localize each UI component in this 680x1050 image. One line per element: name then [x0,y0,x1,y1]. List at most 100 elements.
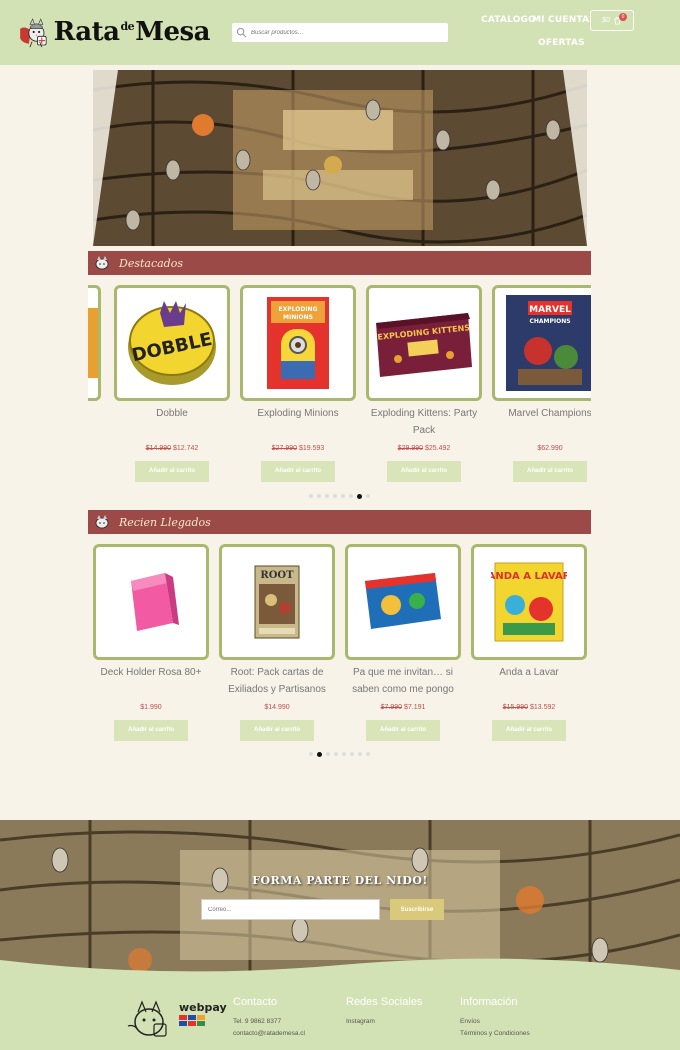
product-image[interactable]: EXPLODING MINIONS [240,285,356,401]
product-image[interactable]: ROOT [219,544,335,660]
product-name[interactable]: Anda a Lavar [471,664,587,698]
product-image[interactable]: ANDA A LAVAR [471,544,587,660]
footer-mascot-logo-icon [127,1000,167,1037]
product-old-price: $27.990 [271,445,298,452]
product-price: $29.990 $25.492 [366,445,482,455]
carousel-dot[interactable] [317,494,321,498]
add-to-cart-button[interactable]: Añadir al carrito [387,461,461,482]
nav-ofertas[interactable]: OFERTAS [538,38,585,48]
footer-instagram-link[interactable]: Instagram [346,1018,375,1025]
svg-text:ANDA A LAVAR: ANDA A LAVAR [491,571,567,582]
logo-wordmark: Rata de Mesa [54,17,211,47]
section-header-recien-llegados: Recien Llegados [88,510,591,534]
product-price: $14.990 [219,704,335,714]
product-name[interactable]: Deck Holder Rosa 80+ [93,664,209,698]
carousel-dot[interactable] [333,494,337,498]
product-old-price: $7.990 [380,704,403,711]
product-sale-price: $25.492 [424,445,451,452]
subscribe-button[interactable]: Suscribirse [390,899,444,920]
product-price: $27.990 $19.593 [240,445,356,455]
carousel-dot[interactable] [358,752,362,756]
payment-cards-icon-row2 [179,1021,217,1026]
product-image[interactable] [93,544,209,660]
product-name[interactable]: Pa que me invitan… si saben como me pong… [345,664,461,698]
product-card: Deck Holder Rosa 80+ $1.990 Añadir al ca… [93,544,209,741]
add-to-cart-button[interactable]: Añadir al carrito [492,720,566,741]
product-price: $15.990 $13.592 [471,704,587,714]
svg-text:MARVEL: MARVEL [529,305,571,315]
destacados-carousel-dots [309,493,370,499]
svg-text:ROOT: ROOT [260,570,294,581]
pa-que-me-invitan-box-image [365,573,441,629]
product-name[interactable]: Root: Pack cartas de Exiliados y Partisa… [219,664,335,698]
destacados-carousel[interactable]: DOBBLE Dobble $14.990 $12.742 Añadir al … [88,285,591,485]
cart-button[interactable]: $0 0 [590,10,634,31]
add-to-cart-button[interactable]: Añadir al carrito [135,461,209,482]
svg-text:EXPLODING: EXPLODING [279,306,318,313]
carousel-dot-active[interactable] [317,751,322,757]
product-card: Pa que me invitan… si saben como me pong… [345,544,461,741]
add-to-cart-button[interactable]: Añadir al carrito [366,720,440,741]
newsletter-email-input[interactable] [201,899,380,920]
carousel-dot[interactable] [309,752,313,756]
product-name[interactable]: Exploding Minions [240,405,356,439]
logo-word-de: de [120,20,135,33]
carousel-dot[interactable] [341,494,345,498]
webpay-logo-text: webpay [179,1001,227,1014]
hero-banner-image[interactable] [93,70,587,246]
nav-catalogo[interactable]: CATALOGO [481,15,536,25]
carousel-dot[interactable] [366,494,370,498]
product-sale-price: $62.990 [537,445,563,452]
search-bar[interactable] [232,23,448,42]
product-old-price: $14.990 [145,445,172,452]
product-image[interactable]: DOBBLE [114,285,230,401]
product-card: DOBBLE Dobble $14.990 $12.742 Añadir al … [114,285,230,482]
product-card: ROOT Root: Pack cartas de Exiliados y Pa… [219,544,335,741]
search-input[interactable] [251,29,441,36]
carousel-dot[interactable] [334,752,338,756]
product-name[interactable]: Dobble [114,405,230,439]
footer-email[interactable]: contacto@ratademesa.cl [233,1030,305,1037]
carousel-dot[interactable] [350,752,354,756]
product-sale-price: $7.191 [403,704,426,711]
partial-product-image[interactable] [88,285,101,401]
product-image[interactable]: EXPLODING KITTENS [366,285,482,401]
product-sale-price: $12.742 [172,445,199,452]
rat-mascot-icon [20,18,47,48]
footer-info-title: Información [460,996,518,1008]
add-to-cart-button[interactable]: Añadir al carrito [513,461,587,482]
add-to-cart-button[interactable]: Añadir al carrito [114,720,188,741]
carousel-dot-active[interactable] [357,493,362,499]
product-price: $7.990 $7.191 [345,704,461,714]
product-price: $1.990 [93,704,209,714]
carousel-dot[interactable] [309,494,313,498]
footer-terminos-link[interactable]: Términos y Condiciones [460,1030,530,1037]
carousel-dot[interactable] [349,494,353,498]
recien-llegados-carousel[interactable]: Deck Holder Rosa 80+ $1.990 Añadir al ca… [93,544,591,744]
carousel-dot[interactable] [366,752,370,756]
product-name[interactable]: Exploding Kittens: Party Pack [366,405,482,439]
footer-phone[interactable]: Tel. 9 9862 8377 [233,1018,281,1025]
add-to-cart-button[interactable]: Añadir al carrito [261,461,335,482]
marvel-champions-box-image: MARVEL CHAMPIONS [506,295,591,391]
site-logo[interactable]: Rata de Mesa [18,4,210,60]
svg-text:MINIONS: MINIONS [283,314,313,321]
carousel-dot[interactable] [342,752,346,756]
nav-mi-cuenta[interactable]: MI CUENTA [532,15,589,25]
footer-envios-link[interactable]: Envíos [460,1018,480,1025]
newsletter-title: FORMA PARTE DEL NIDO! [252,874,428,887]
carousel-dot[interactable] [325,494,329,498]
product-image[interactable] [345,544,461,660]
add-to-cart-button[interactable]: Añadir al carrito [240,720,314,741]
product-sale-price: $19.593 [298,445,325,452]
footer-redes-title: Redes Sociales [346,996,423,1008]
product-name[interactable]: Marvel Champions [492,405,591,439]
carousel-dot[interactable] [326,752,330,756]
logo-word-mesa: Mesa [135,17,210,47]
product-image[interactable]: MARVEL CHAMPIONS [492,285,591,401]
rat-mascot-icon [95,515,109,529]
hero-illustration [93,70,587,246]
section-title: Destacados [119,256,183,270]
product-old-price: $15.990 [502,704,529,711]
exploding-kittens-box-image: EXPLODING KITTENS [376,313,472,377]
